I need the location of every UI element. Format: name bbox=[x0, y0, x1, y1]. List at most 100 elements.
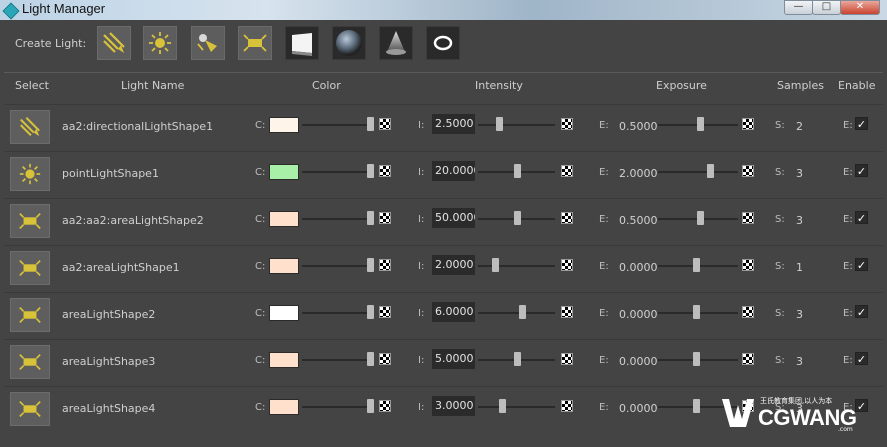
samples-field[interactable]: 3 bbox=[796, 167, 803, 180]
select-light-button[interactable] bbox=[10, 345, 50, 379]
intensity-slider-track[interactable] bbox=[478, 312, 555, 314]
exposure-field[interactable]: 0.0000 bbox=[619, 355, 658, 368]
exposure-map-button[interactable] bbox=[742, 212, 754, 224]
intensity-field[interactable]: 2.0000 bbox=[432, 255, 475, 275]
color-map-button[interactable] bbox=[379, 306, 391, 318]
exposure-map-button[interactable] bbox=[742, 353, 754, 365]
intensity-slider-handle[interactable] bbox=[514, 211, 521, 225]
enable-checkbox[interactable]: ✓ bbox=[855, 352, 868, 366]
color-slider-handle[interactable] bbox=[367, 305, 374, 319]
exposure-slider-handle[interactable] bbox=[697, 211, 704, 225]
color-slider-track[interactable] bbox=[302, 312, 372, 314]
select-light-button[interactable] bbox=[10, 298, 50, 332]
color-swatch[interactable] bbox=[269, 164, 299, 180]
intensity-map-button[interactable] bbox=[561, 259, 573, 271]
color-slider-track[interactable] bbox=[302, 406, 372, 408]
intensity-map-button[interactable] bbox=[561, 118, 573, 130]
select-light-button[interactable] bbox=[10, 392, 50, 426]
color-slider-track[interactable] bbox=[302, 359, 372, 361]
intensity-field[interactable]: 6.0000 bbox=[432, 302, 475, 322]
select-light-button[interactable] bbox=[10, 204, 50, 238]
color-slider-track[interactable] bbox=[302, 171, 372, 173]
intensity-field[interactable]: 20.0000 bbox=[432, 161, 475, 181]
create-dome-light-button[interactable] bbox=[332, 26, 366, 60]
color-swatch[interactable] bbox=[269, 305, 299, 321]
intensity-map-button[interactable] bbox=[561, 165, 573, 177]
intensity-field[interactable]: 5.0000 bbox=[432, 349, 475, 369]
color-swatch[interactable] bbox=[269, 117, 299, 133]
exposure-slider-track[interactable] bbox=[658, 171, 738, 173]
exposure-map-button[interactable] bbox=[742, 165, 754, 177]
color-map-button[interactable] bbox=[379, 212, 391, 224]
exposure-map-button[interactable] bbox=[742, 306, 754, 318]
exposure-slider-handle[interactable] bbox=[693, 352, 700, 366]
color-slider-handle[interactable] bbox=[367, 211, 374, 225]
minimize-button[interactable]: — bbox=[784, 0, 813, 15]
exposure-slider-handle[interactable] bbox=[707, 164, 714, 178]
color-map-button[interactable] bbox=[379, 165, 391, 177]
intensity-map-button[interactable] bbox=[561, 212, 573, 224]
color-map-button[interactable] bbox=[379, 118, 391, 130]
color-slider-track[interactable] bbox=[302, 124, 372, 126]
color-map-button[interactable] bbox=[379, 400, 391, 412]
enable-checkbox[interactable]: ✓ bbox=[855, 258, 868, 272]
create-ies-light-button[interactable] bbox=[285, 26, 319, 60]
exposure-slider-handle[interactable] bbox=[697, 117, 704, 131]
select-light-button[interactable] bbox=[10, 251, 50, 285]
color-swatch[interactable] bbox=[269, 399, 299, 415]
create-point-light-button[interactable] bbox=[143, 26, 177, 60]
intensity-slider-handle[interactable] bbox=[514, 164, 521, 178]
enable-checkbox[interactable]: ✓ bbox=[855, 164, 868, 178]
intensity-slider-handle[interactable] bbox=[492, 258, 499, 272]
create-volume-light-button[interactable] bbox=[379, 26, 413, 60]
select-light-button[interactable] bbox=[10, 157, 50, 191]
exposure-field[interactable]: 2.0000 bbox=[619, 167, 658, 180]
samples-field[interactable]: 2 bbox=[796, 120, 803, 133]
intensity-field[interactable]: 50.0000 bbox=[432, 208, 475, 228]
color-swatch[interactable] bbox=[269, 211, 299, 227]
exposure-field[interactable]: 0.0000 bbox=[619, 261, 658, 274]
exposure-slider-handle[interactable] bbox=[693, 305, 700, 319]
color-map-button[interactable] bbox=[379, 353, 391, 365]
create-ring-light-button[interactable] bbox=[426, 26, 460, 60]
intensity-field[interactable]: 2.5000 bbox=[432, 114, 475, 134]
intensity-slider-track[interactable] bbox=[478, 124, 555, 126]
enable-checkbox[interactable]: ✓ bbox=[855, 305, 868, 319]
exposure-field[interactable]: 0.5000 bbox=[619, 120, 658, 133]
intensity-slider-handle[interactable] bbox=[499, 399, 506, 413]
intensity-map-button[interactable] bbox=[561, 400, 573, 412]
color-slider-handle[interactable] bbox=[367, 117, 374, 131]
color-slider-handle[interactable] bbox=[367, 258, 374, 272]
samples-field[interactable]: 3 bbox=[796, 308, 803, 321]
exposure-field[interactable]: 0.5000 bbox=[619, 214, 658, 227]
exposure-slider-handle[interactable] bbox=[693, 399, 700, 413]
color-slider-handle[interactable] bbox=[367, 164, 374, 178]
exposure-field[interactable]: 0.0000 bbox=[619, 402, 658, 415]
color-slider-track[interactable] bbox=[302, 265, 372, 267]
maximize-button[interactable]: □ bbox=[812, 0, 841, 15]
intensity-slider-track[interactable] bbox=[478, 265, 555, 267]
intensity-map-button[interactable] bbox=[561, 306, 573, 318]
exposure-map-button[interactable] bbox=[742, 118, 754, 130]
intensity-slider-handle[interactable] bbox=[519, 305, 526, 319]
exposure-field[interactable]: 0.0000 bbox=[619, 308, 658, 321]
color-slider-track[interactable] bbox=[302, 218, 372, 220]
intensity-field[interactable]: 3.0000 bbox=[432, 396, 475, 416]
color-slider-handle[interactable] bbox=[367, 352, 374, 366]
exposure-slider-handle[interactable] bbox=[693, 258, 700, 272]
color-slider-handle[interactable] bbox=[367, 399, 374, 413]
select-light-button[interactable] bbox=[10, 110, 50, 144]
color-map-button[interactable] bbox=[379, 259, 391, 271]
exposure-map-button[interactable] bbox=[742, 259, 754, 271]
intensity-slider-track[interactable] bbox=[478, 406, 555, 408]
intensity-map-button[interactable] bbox=[561, 353, 573, 365]
enable-checkbox[interactable]: ✓ bbox=[855, 211, 868, 225]
close-button[interactable]: ✕ bbox=[840, 0, 880, 15]
color-swatch[interactable] bbox=[269, 258, 299, 274]
create-area-light-button[interactable] bbox=[238, 26, 272, 60]
samples-field[interactable]: 3 bbox=[796, 355, 803, 368]
samples-field[interactable]: 1 bbox=[796, 261, 803, 274]
intensity-slider-handle[interactable] bbox=[514, 352, 521, 366]
color-swatch[interactable] bbox=[269, 352, 299, 368]
intensity-slider-handle[interactable] bbox=[496, 117, 503, 131]
